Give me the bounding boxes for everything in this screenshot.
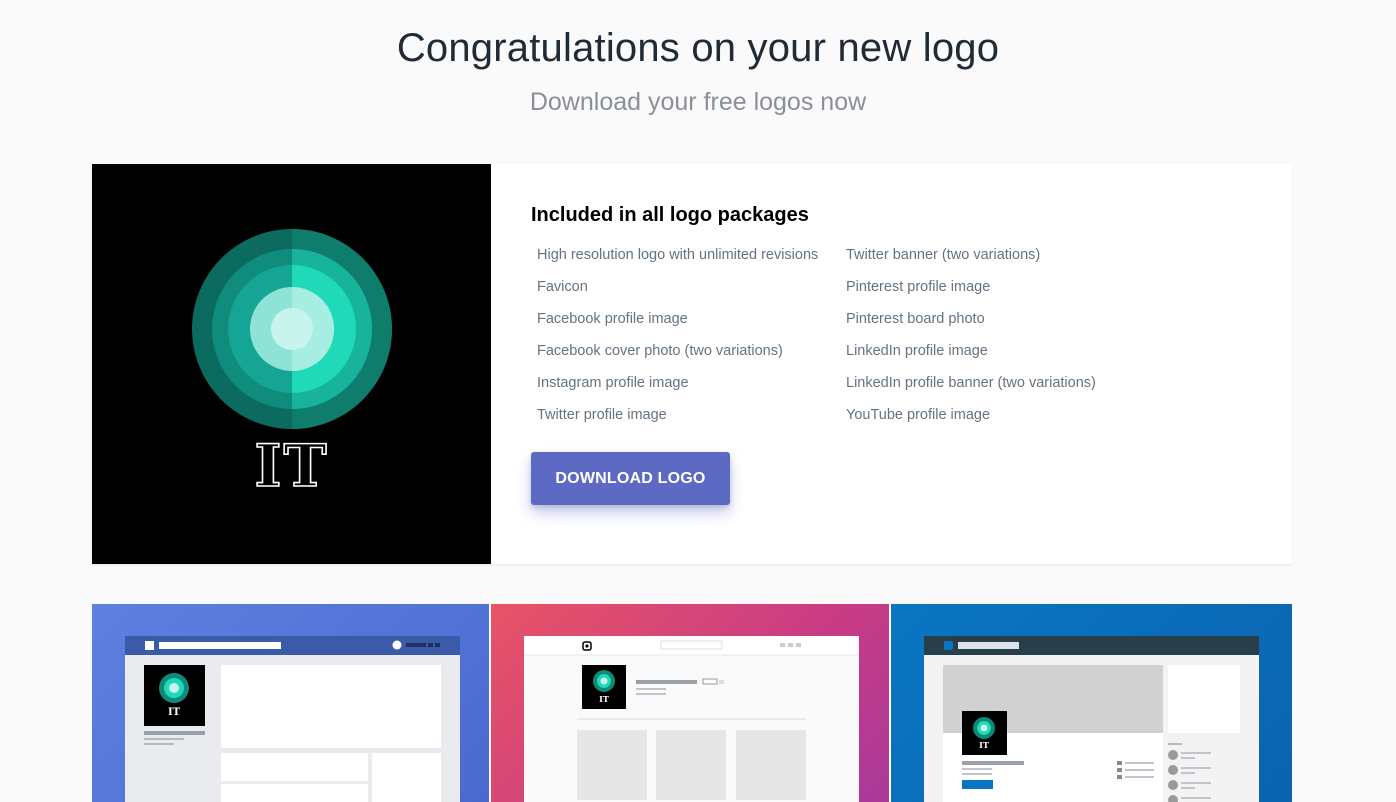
feature-item: YouTube profile image xyxy=(846,407,991,423)
feature-item: Facebook cover photo (two variations) xyxy=(537,343,783,359)
feature-list: High resolution logo with unlimited revi… xyxy=(537,246,1257,438)
facebook-mockup[interactable]: IT xyxy=(92,604,489,802)
feature-item: Instagram profile image xyxy=(537,375,689,391)
linkedin-mockup[interactable]: IT xyxy=(891,604,1292,802)
social-mockups: IT IT IT xyxy=(92,604,1292,802)
svg-text:IT: IT xyxy=(979,740,989,750)
feature-item: High resolution logo with unlimited revi… xyxy=(537,247,819,263)
feature-item: Pinterest board photo xyxy=(846,311,985,327)
page-subtitle: Download your free logos now xyxy=(529,88,867,116)
logo-preview: IT xyxy=(92,164,491,564)
logo-emblem-icon xyxy=(192,229,392,429)
download-logo-button[interactable]: DOWNLOAD LOGO xyxy=(531,452,730,505)
svg-text:IT: IT xyxy=(168,707,181,718)
feature-item: Twitter banner (two variations) xyxy=(846,247,1041,263)
feature-item: Favicon xyxy=(537,279,588,295)
page-title: Congratulations on your new logo xyxy=(396,26,1000,70)
feature-item: Facebook profile image xyxy=(537,311,688,327)
feature-item: LinkedIn profile banner (two variations) xyxy=(846,375,1096,391)
feature-item: Twitter profile image xyxy=(537,407,667,423)
feature-item: LinkedIn profile image xyxy=(846,343,988,359)
logo-wordmark: IT xyxy=(254,431,329,501)
logo-package-card: IT Included in all logo packages High re… xyxy=(92,164,1292,564)
package-heading: Included in all logo packages xyxy=(531,204,809,226)
instagram-mockup[interactable]: IT xyxy=(491,604,889,802)
feature-item: Pinterest profile image xyxy=(846,279,991,295)
svg-text:IT: IT xyxy=(599,694,609,704)
package-info: Included in all logo packages High resol… xyxy=(531,204,1271,505)
